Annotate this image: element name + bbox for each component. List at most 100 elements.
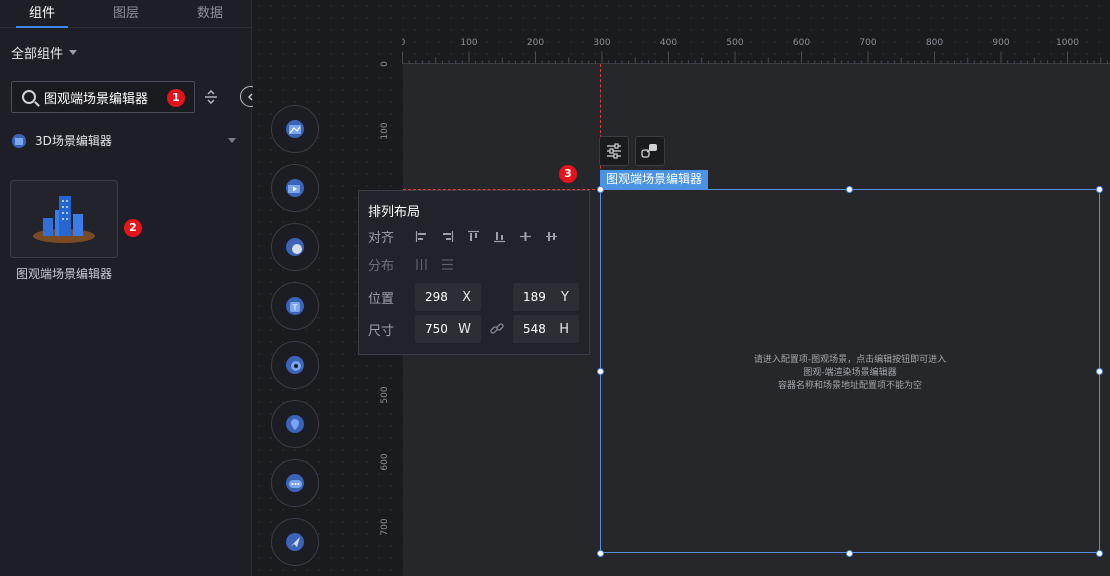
align-bottom-icon[interactable] [493, 228, 506, 243]
align-button-group [415, 228, 558, 243]
float-btn-chat[interactable] [271, 459, 319, 507]
position-y-value: 189 [523, 290, 546, 304]
resize-handle-s[interactable] [846, 550, 853, 557]
panel-tabs: 组件 图层 数据 [0, 0, 252, 28]
float-btn-video[interactable] [271, 164, 319, 212]
ruler-x-tick-label: 1000 [1056, 38, 1079, 48]
align-left-icon[interactable] [415, 228, 428, 242]
step-badge-3: 3 [559, 165, 577, 183]
ruler-y-tick-label: 500 [380, 386, 390, 403]
position-x-value: 298 [425, 290, 448, 304]
card-label: 图观端场景编辑器 [15, 267, 112, 281]
ruler-x-tick-label: 100 [460, 38, 477, 48]
component-link-button[interactable] [635, 136, 665, 166]
sliders-icon [607, 143, 621, 159]
sort-icon[interactable] [203, 89, 219, 105]
selected-component-label: 图观端场景编辑器 [600, 170, 709, 189]
text-icon: T [286, 297, 304, 315]
ruler-y-tick-label: 100 [380, 122, 390, 139]
component-placeholder-text: 请进入配置项-图观场景，点击编辑按钮即可进入 图观-端渲染场景编辑器 容器名称和… [600, 354, 1100, 393]
tab-components[interactable]: 组件 [0, 0, 84, 28]
chevron-down-icon [69, 50, 78, 55]
component-filter-dropdown[interactable]: 全部组件 [11, 43, 78, 62]
image-icon [286, 120, 304, 138]
component-card[interactable] [10, 180, 118, 258]
size-height-field[interactable]: 548 H [513, 315, 579, 343]
navigation-icon [286, 533, 304, 551]
svg-text:T: T [292, 304, 298, 313]
position-y-field[interactable]: 189 Y [513, 283, 579, 311]
filter-label: 全部组件 [11, 47, 64, 62]
tab-data[interactable]: 数据 [168, 0, 252, 27]
step-badge-1: 1 [167, 89, 185, 107]
size-width-value: 750 [425, 322, 448, 336]
ruler-x-tick-label: 700 [859, 38, 876, 48]
app-root: 组件 图层 数据 全部组件 图观端场景编辑器 1 3D场景编辑器 2 图观端场景… [0, 0, 1110, 576]
location-icon [286, 415, 304, 433]
position-x-field[interactable]: 298 X [415, 283, 481, 311]
ruler-x-tick-label: 500 [726, 38, 743, 48]
align-middle-icon[interactable] [519, 228, 532, 241]
size-height-value: 548 [523, 322, 546, 336]
resize-handle-se[interactable] [1096, 550, 1103, 557]
component-settings-button[interactable] [599, 136, 629, 166]
chat-icon [286, 474, 304, 492]
city-buildings-icon [33, 196, 95, 243]
popup-title: 排列布局 [368, 205, 421, 220]
float-btn-settings[interactable] [271, 341, 319, 389]
ruler-x-tick-label: 400 [660, 38, 677, 48]
ruler-x-tick-label: 300 [593, 38, 610, 48]
align-center-icon[interactable] [545, 228, 558, 241]
distribute-label: 分布 [368, 259, 395, 274]
distribute-horizontal-icon[interactable] [415, 256, 428, 275]
align-right-icon[interactable] [441, 228, 454, 242]
resize-handle-n[interactable] [846, 186, 853, 193]
layout-popup: 排列布局 对齐 分布 位置 298 X 189 Y 尺寸 750 W 548 H [358, 190, 590, 355]
ruler-x-tick-label: 200 [527, 38, 544, 48]
gear-icon [286, 356, 304, 374]
group-label: 3D场景编辑器 [35, 134, 112, 148]
cube-icon [12, 133, 26, 148]
search-icon [22, 90, 36, 104]
align-top-icon[interactable] [467, 228, 480, 241]
ruler-x-tick-label: 600 [793, 38, 810, 48]
component-panel: 组件 图层 数据 全部组件 图观端场景编辑器 1 3D场景编辑器 2 图观端场景… [0, 0, 252, 576]
distribute-button-group [415, 256, 454, 275]
size-width-field[interactable]: 750 W [415, 315, 481, 343]
search-value: 图观端场景编辑器 [44, 91, 149, 107]
video-icon [286, 179, 304, 197]
resize-handle-ne[interactable] [1096, 186, 1103, 193]
align-label: 对齐 [368, 231, 395, 246]
globe-icon [286, 238, 304, 256]
resize-handle-nw[interactable] [597, 186, 604, 193]
canvas-area: 0 100 200 300 400 500 600 700 800 900 1000 0 100 500… [253, 0, 1110, 576]
float-btn-location[interactable] [271, 400, 319, 448]
group-3d-scene-editor[interactable]: 3D场景编辑器 [11, 132, 236, 149]
ruler-y-tick-label: 0 [380, 61, 390, 67]
chevron-down-icon [228, 138, 236, 143]
float-btn-navigation[interactable] [271, 518, 319, 566]
size-label: 尺寸 [368, 324, 395, 339]
step-badge-2: 2 [124, 219, 142, 237]
link-icon[interactable] [489, 321, 505, 337]
ruler-y-tick-label: 700 [380, 518, 390, 535]
x-axis-label: X [462, 289, 471, 305]
ruler-x-tick-label: 900 [992, 38, 1009, 48]
tab-layers[interactable]: 图层 [84, 0, 168, 27]
placeholder-line: 图观-端渲染场景编辑器 [803, 368, 897, 378]
y-axis-label: Y [561, 289, 569, 305]
ruler-x-tick-label: 0 [402, 38, 406, 48]
float-btn-globe[interactable] [271, 223, 319, 271]
resize-handle-sw[interactable] [597, 550, 604, 557]
h-axis-label: H [559, 321, 569, 337]
ruler-x-tick-label: 800 [926, 38, 943, 48]
w-axis-label: W [458, 321, 471, 337]
placeholder-line: 容器名称和场景地址配置项不能为空 [777, 381, 922, 391]
distribute-vertical-icon[interactable] [441, 256, 454, 275]
placeholder-line: 请进入配置项-图观场景，点击编辑按钮即可进入 [753, 355, 947, 365]
float-btn-image[interactable] [271, 105, 319, 153]
ruler-horizontal: 0 100 200 300 400 500 600 700 800 900 1000 [402, 38, 1110, 64]
link-edit-icon [641, 144, 657, 158]
ruler-y-tick-label: 600 [380, 453, 390, 470]
float-btn-text[interactable]: T [271, 282, 319, 330]
